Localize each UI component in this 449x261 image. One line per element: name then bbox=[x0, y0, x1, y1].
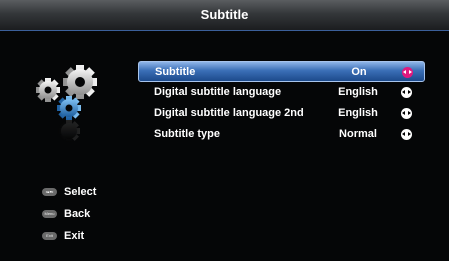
left-right-arrow-icon[interactable] bbox=[401, 87, 412, 98]
blue-gear-icon bbox=[57, 96, 81, 120]
menu-item-value: English bbox=[338, 107, 378, 119]
hint-label: Exit bbox=[64, 230, 85, 242]
left-right-arrow-icon[interactable] bbox=[401, 108, 412, 119]
left-right-arrow-icon[interactable] bbox=[402, 67, 413, 78]
left-right-arrow-icon[interactable] bbox=[401, 129, 412, 140]
menu-item-subtitle[interactable]: Subtitle On bbox=[138, 61, 425, 82]
menu-key-icon: Menu bbox=[42, 210, 57, 218]
menu-item-label: Subtitle type bbox=[154, 128, 221, 140]
menu-item-value: On bbox=[351, 66, 367, 78]
menu-item-label: Digital subtitle language bbox=[154, 86, 282, 98]
exit-key-icon: Exit bbox=[42, 232, 57, 240]
page-title: Subtitle bbox=[200, 7, 249, 22]
hint-label: Back bbox=[64, 208, 91, 220]
title-bar: Subtitle bbox=[0, 0, 449, 31]
small-gray-gear-icon bbox=[36, 78, 60, 102]
hint-label: Select bbox=[64, 186, 97, 198]
gears-icon bbox=[28, 62, 104, 142]
menu-item-label: Subtitle bbox=[155, 66, 196, 78]
menu-item-value: English bbox=[338, 86, 378, 98]
menu-item-label: Digital subtitle language 2nd bbox=[154, 107, 304, 119]
subtitle-menu: Subtitle On Digital subtitle language En… bbox=[138, 61, 425, 145]
menu-item-subtitle-type[interactable]: Subtitle type Normal bbox=[138, 124, 425, 145]
subtitle-osd: Subtitle Subtitle On Digital subtitle la… bbox=[0, 0, 449, 261]
menu-item-digital-subtitle-language-2nd[interactable]: Digital subtitle language 2nd English bbox=[138, 103, 425, 124]
gear-reflection-icon bbox=[58, 120, 80, 142]
large-gear-icon bbox=[63, 65, 97, 99]
menu-item-value: Normal bbox=[339, 128, 377, 140]
dpad-icon: ◂▴▾▸ bbox=[42, 188, 57, 196]
menu-item-digital-subtitle-language[interactable]: Digital subtitle language English bbox=[138, 82, 425, 103]
